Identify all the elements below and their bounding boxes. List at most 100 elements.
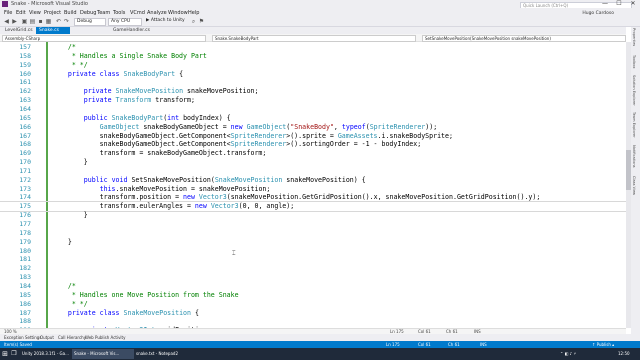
clock[interactable]: 12:50 <box>618 349 630 359</box>
tab-web-publish-activity[interactable]: Web Publish Activity <box>85 334 125 341</box>
code-text[interactable]: private SnakeMovePosition snakeMovePosit… <box>52 87 259 95</box>
code-line[interactable]: 168 snakeBodyGameObject.GetComponent<Spr… <box>0 140 626 149</box>
code-line[interactable]: 179 } <box>0 238 626 247</box>
menu-analyze[interactable]: Analyze <box>147 10 167 16</box>
maximize-button[interactable]: ☐ <box>612 0 626 8</box>
side-tab-class-view[interactable]: Class View <box>632 176 636 195</box>
code-text[interactable]: transform.position = new Vector3(snakeMo… <box>52 193 541 201</box>
code-text[interactable]: } <box>52 238 72 246</box>
menu-debug[interactable]: Debug <box>80 10 96 16</box>
tab-snake[interactable]: Snake.cs <box>36 27 70 34</box>
code-line[interactable]: 182 <box>0 264 626 273</box>
member-dropdown[interactable]: SetSnakeMovePosition(SnakeMovePosition s… <box>422 35 626 42</box>
code-line[interactable]: 172 public void SetSnakeMovePosition(Sna… <box>0 176 626 185</box>
code-line[interactable]: 185 * Handles one Move Position from the… <box>0 291 626 300</box>
code-line[interactable]: 170 } <box>0 158 626 167</box>
code-text[interactable]: snakeBodyGameObject.GetComponent<SpriteR… <box>52 132 453 140</box>
code-line[interactable]: 166 GameObject snakeBodyGameObject = new… <box>0 123 626 132</box>
code-line[interactable]: 184 /* <box>0 282 626 291</box>
code-text[interactable]: GameObject snakeBodyGameObject = new Gam… <box>52 123 438 131</box>
code-line[interactable]: 161 <box>0 78 626 87</box>
code-line[interactable]: 174 transform.position = new Vector3(sna… <box>0 193 626 202</box>
code-text[interactable]: transform = snakeBodyGameObject.transfor… <box>52 149 267 157</box>
code-line[interactable]: 158 * Handles a Single Snake Body Part <box>0 52 626 61</box>
account-name[interactable]: Hugo Cardoso <box>582 11 614 16</box>
minimize-button[interactable]: — <box>598 0 612 8</box>
code-line[interactable]: 177 <box>0 220 626 229</box>
code-line[interactable]: 163 private Transform transform; <box>0 96 626 105</box>
menu-team[interactable]: Team <box>97 10 110 16</box>
code-text[interactable]: public void SetSnakeMovePosition(SnakeMo… <box>52 176 366 184</box>
taskbar-visual-studio[interactable]: Snake - Microsoft Vis... <box>72 349 134 359</box>
menu-file[interactable]: File <box>4 10 12 16</box>
code-line[interactable]: 165 public SnakeBodyPart(int bodyIndex) … <box>0 114 626 123</box>
code-text[interactable]: } <box>52 211 88 219</box>
open-file-icon[interactable]: ▤ <box>29 18 36 25</box>
side-tab-toolbox[interactable]: Toolbox <box>632 55 636 68</box>
code-text[interactable]: * Handles one Move Position from the Sna… <box>52 291 239 299</box>
code-text[interactable]: public SnakeBodyPart(int bodyIndex) { <box>52 114 231 122</box>
menu-edit[interactable]: Edit <box>16 10 26 16</box>
side-tab-team-explorer[interactable]: Team Explorer <box>632 112 636 138</box>
taskbar-notepad[interactable]: snake.txt - Notepad2 <box>134 349 186 359</box>
close-button[interactable]: ✕ <box>626 0 640 8</box>
code-line[interactable]: 176 } <box>0 211 626 220</box>
code-text[interactable]: * */ <box>52 300 88 308</box>
code-text[interactable]: } <box>52 158 88 166</box>
code-line[interactable]: 175 transform.eulerAngles = new Vector3(… <box>0 201 627 213</box>
project-dropdown[interactable]: Assembly-CSharp <box>2 35 206 42</box>
code-text[interactable]: snakeBodyGameObject.GetComponent<SpriteR… <box>52 140 422 148</box>
tab-exception-settings[interactable]: Exception Settings <box>4 334 41 341</box>
code-text[interactable]: private Transform transform; <box>52 96 195 104</box>
forward-icon[interactable]: ▶ <box>11 18 18 25</box>
side-tab-properties[interactable]: Properties <box>632 28 636 46</box>
redo-icon[interactable]: ↷ <box>63 18 70 25</box>
code-line[interactable]: 178 <box>0 229 626 238</box>
code-line[interactable]: 181 <box>0 255 626 264</box>
taskbar-unity[interactable]: Unity 2018.3.1f1 - Ga... <box>20 349 72 359</box>
save-all-icon[interactable]: ▦ <box>45 18 52 25</box>
back-icon[interactable]: ◀ <box>3 18 10 25</box>
menu-tools[interactable]: Tools <box>113 10 125 16</box>
menu-build[interactable]: Build <box>64 10 77 16</box>
code-line[interactable]: 159 * */ <box>0 61 626 70</box>
side-tab-solution-explorer[interactable]: Solution Explorer <box>632 75 636 106</box>
start-windows-icon[interactable]: ⊞ <box>1 349 9 359</box>
code-text[interactable]: this.snakeMovePosition = snakeMovePositi… <box>52 185 271 193</box>
code-text[interactable]: transform.eulerAngles = new Vector3(0, 0… <box>52 202 295 210</box>
code-text[interactable]: private class SnakeBodyPart { <box>52 70 183 78</box>
new-project-icon[interactable]: ▣ <box>21 18 28 25</box>
menu-project[interactable]: Project <box>44 10 61 16</box>
code-text[interactable]: * Handles a Single Snake Body Part <box>52 52 207 60</box>
bookmark-icon[interactable]: ⚑ <box>198 18 205 25</box>
code-line[interactable]: 183 <box>0 273 626 282</box>
menu-vcmd[interactable]: VCmd <box>130 10 145 16</box>
class-dropdown[interactable]: Snake.SnakeBodyPart <box>212 35 416 42</box>
code-line[interactable]: 173 this.snakeMovePosition = snakeMovePo… <box>0 185 626 194</box>
find-icon[interactable]: ⌕ <box>190 18 197 25</box>
code-text[interactable]: private class SnakeMovePosition { <box>52 309 199 317</box>
publish-button[interactable]: ↑ Publish ▴ <box>592 341 614 348</box>
side-tab-notifications[interactable]: Notifications <box>632 145 636 168</box>
code-text[interactable]: /* <box>52 282 76 290</box>
system-tray-icons[interactable]: ⌃ ◧ ♪ ⚡ <box>560 349 576 359</box>
code-line[interactable]: 162 private SnakeMovePosition snakeMoveP… <box>0 87 626 96</box>
menu-view[interactable]: View <box>29 10 41 16</box>
save-icon[interactable]: ▪ <box>37 18 44 25</box>
task-view-icon[interactable]: ❐ <box>10 349 18 359</box>
code-line[interactable]: 160 private class SnakeBodyPart { <box>0 70 626 79</box>
code-line[interactable]: 157 /* <box>0 43 626 52</box>
solution-config-select[interactable]: Debug <box>74 18 106 26</box>
menu-help[interactable]: Help <box>188 10 199 16</box>
code-line[interactable]: 187 private class SnakeMovePosition { <box>0 309 626 318</box>
tab-levelgrid[interactable]: LevelGrid.cs <box>2 27 36 34</box>
code-text[interactable]: /* <box>52 43 76 51</box>
attach-to-unity-button[interactable]: ▶ Attach to Unity <box>144 18 186 24</box>
code-line[interactable]: 167 snakeBodyGameObject.GetComponent<Spr… <box>0 132 626 141</box>
tab-output[interactable]: Output <box>40 334 54 341</box>
undo-icon[interactable]: ↶ <box>55 18 62 25</box>
solution-platform-select[interactable]: Any CPU <box>108 18 142 26</box>
menu-window[interactable]: Window <box>168 10 188 16</box>
code-line[interactable]: 169 transform = snakeBodyGameObject.tran… <box>0 149 626 158</box>
tab-gamehandler[interactable]: GameHandler.cs <box>110 27 153 34</box>
